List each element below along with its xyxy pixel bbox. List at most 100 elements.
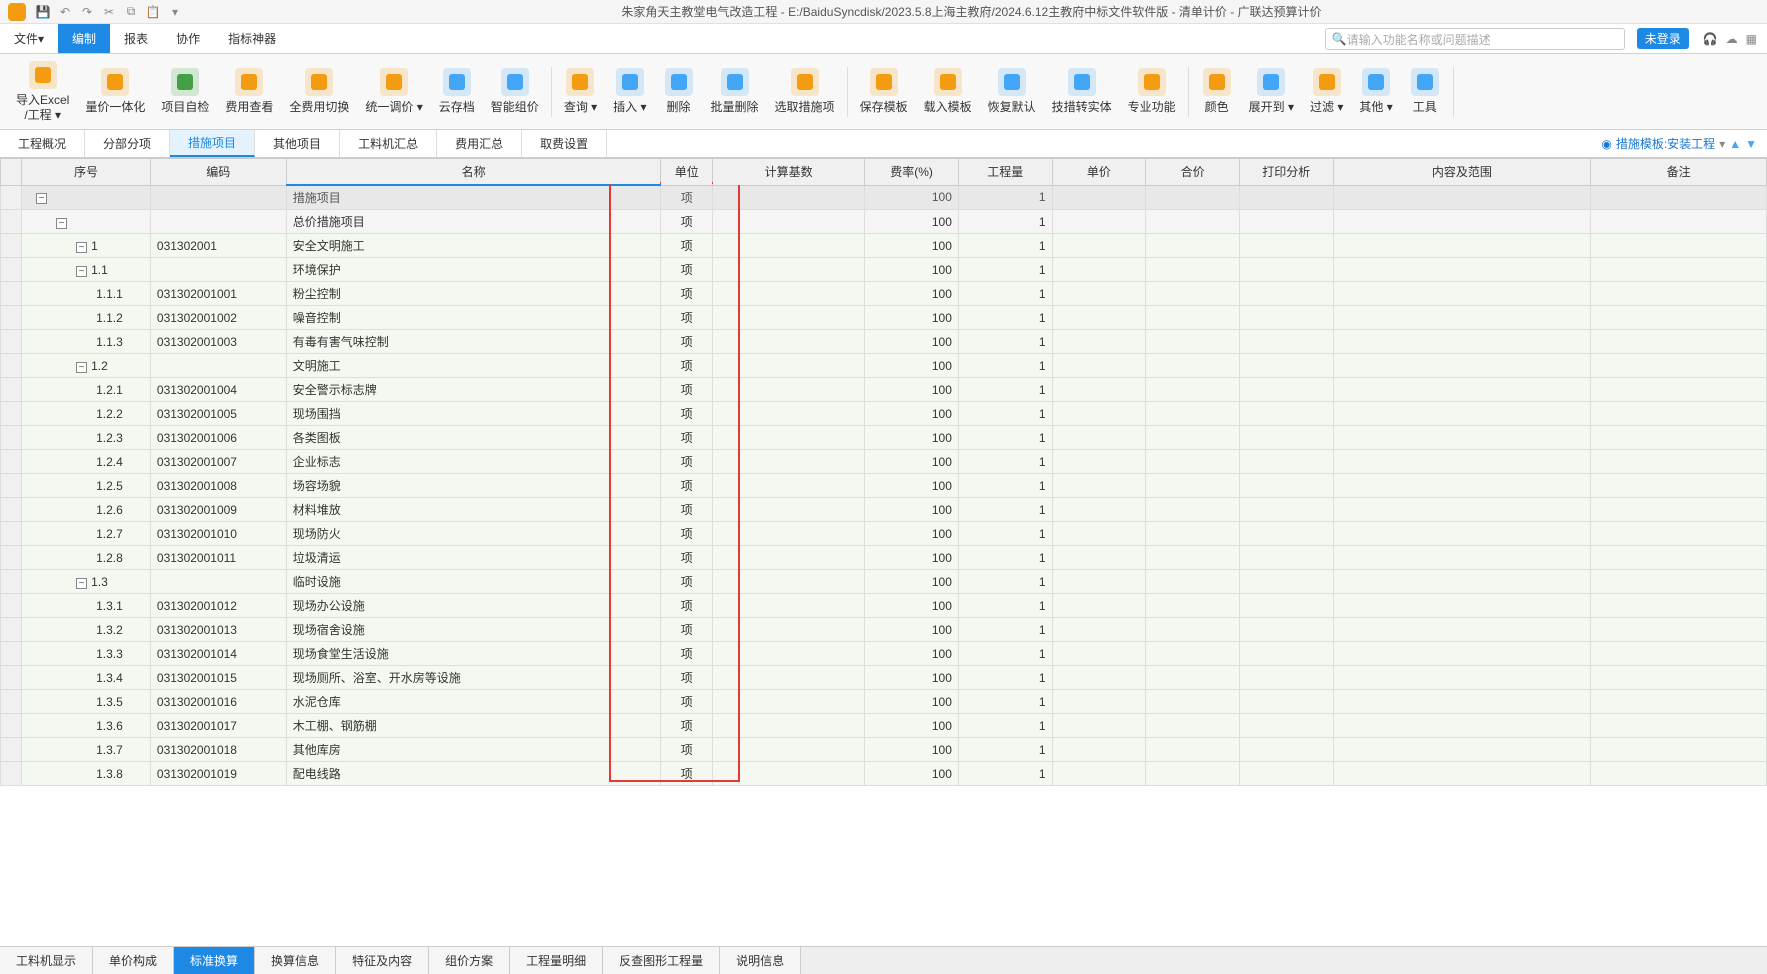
cell[interactable]	[1052, 594, 1146, 618]
cell[interactable]: 1.3.3	[22, 642, 151, 666]
cell[interactable]: 1	[958, 762, 1052, 786]
bottom-tab[interactable]: 换算信息	[255, 947, 336, 974]
cell[interactable]	[712, 354, 864, 378]
cell[interactable]: 总价措施项目	[286, 210, 661, 234]
cell[interactable]	[1591, 570, 1767, 594]
copy-icon[interactable]: ⧉	[122, 3, 140, 21]
cell[interactable]	[712, 210, 864, 234]
cell[interactable]	[1146, 354, 1240, 378]
cell[interactable]: 100	[865, 690, 959, 714]
bottom-tab[interactable]: 工料机显示	[0, 947, 93, 974]
cell[interactable]	[1591, 762, 1767, 786]
cell[interactable]: 1	[958, 258, 1052, 282]
cell[interactable]	[1052, 210, 1146, 234]
cell[interactable]: 1.3.6	[22, 714, 151, 738]
cell[interactable]: 项	[661, 426, 713, 450]
cell[interactable]	[1052, 642, 1146, 666]
cell[interactable]	[1052, 282, 1146, 306]
data-grid[interactable]: 序号编码名称单位计算基数费率(%)工程量单价合价打印分析内容及范围备注 −措施项…	[0, 158, 1767, 786]
cell[interactable]: −1.1	[22, 258, 151, 282]
cell[interactable]	[1333, 354, 1591, 378]
dropdown-icon[interactable]: ▾	[166, 3, 184, 21]
tree-toggle-icon[interactable]: −	[56, 218, 67, 229]
column-header[interactable]: 费率(%)	[865, 159, 959, 186]
undo-icon[interactable]: ↶	[56, 3, 74, 21]
cell[interactable]	[1591, 426, 1767, 450]
cell[interactable]: 1	[958, 594, 1052, 618]
cell[interactable]: −	[22, 185, 151, 210]
cell[interactable]: 031302001012	[150, 594, 286, 618]
cell[interactable]: 项	[661, 762, 713, 786]
cell[interactable]: 材料堆放	[286, 498, 661, 522]
cell[interactable]	[1, 402, 22, 426]
cell[interactable]	[712, 378, 864, 402]
tree-toggle-icon[interactable]: −	[76, 242, 87, 253]
cell[interactable]: 1.1.2	[22, 306, 151, 330]
cell[interactable]	[1239, 666, 1333, 690]
arrow-up-icon[interactable]: ▲	[1729, 137, 1741, 151]
cell[interactable]	[1052, 258, 1146, 282]
cell[interactable]	[1052, 185, 1146, 210]
column-header[interactable]: 内容及范围	[1333, 159, 1591, 186]
cell[interactable]	[712, 666, 864, 690]
cell[interactable]: 场容场貌	[286, 474, 661, 498]
cell[interactable]: 环境保护	[286, 258, 661, 282]
cell[interactable]: 100	[865, 354, 959, 378]
cell[interactable]	[1239, 714, 1333, 738]
column-header[interactable]: 计算基数	[712, 159, 864, 186]
cell[interactable]	[1333, 330, 1591, 354]
cell[interactable]: −1.3	[22, 570, 151, 594]
cell[interactable]: −1	[22, 234, 151, 258]
cell[interactable]	[1333, 546, 1591, 570]
cell[interactable]	[1333, 402, 1591, 426]
cell[interactable]	[1239, 450, 1333, 474]
cell[interactable]: 1	[958, 498, 1052, 522]
cell[interactable]: 1.2.4	[22, 450, 151, 474]
menu-item[interactable]: 报表	[110, 24, 162, 53]
tool-button[interactable]: 恢复默认	[980, 64, 1044, 118]
cell[interactable]	[1591, 378, 1767, 402]
cell[interactable]	[1591, 185, 1767, 210]
column-header[interactable]: 单位	[661, 159, 713, 186]
cell[interactable]: 100	[865, 738, 959, 762]
cell[interactable]: 100	[865, 330, 959, 354]
bottom-tab[interactable]: 工程量明细	[510, 947, 603, 974]
tool-button[interactable]: 载入模板	[916, 64, 980, 118]
cell[interactable]	[1239, 498, 1333, 522]
cell[interactable]: 1.3.2	[22, 618, 151, 642]
table-row[interactable]: 1.2.7031302001010现场防火项1001	[1, 522, 1767, 546]
cell[interactable]: 其他库房	[286, 738, 661, 762]
cell[interactable]	[712, 474, 864, 498]
cell[interactable]	[1, 210, 22, 234]
cell[interactable]: 项	[661, 690, 713, 714]
cell[interactable]: 100	[865, 210, 959, 234]
cell[interactable]: 现场防火	[286, 522, 661, 546]
cell[interactable]: 1	[958, 546, 1052, 570]
cell[interactable]	[1591, 666, 1767, 690]
cell[interactable]: 项	[661, 738, 713, 762]
table-row[interactable]: 1.3.5031302001016水泥仓库项1001	[1, 690, 1767, 714]
cell[interactable]: 项	[661, 498, 713, 522]
cell[interactable]	[1, 546, 22, 570]
cell[interactable]	[1333, 498, 1591, 522]
template-indicator[interactable]: ◉ 措施模板:安装工程 ▾ ▲ ▼	[1591, 130, 1767, 157]
cell[interactable]	[1146, 210, 1240, 234]
cell[interactable]: 031302001001	[150, 282, 286, 306]
cell[interactable]: 项	[661, 714, 713, 738]
cell[interactable]: 031302001003	[150, 330, 286, 354]
cell[interactable]	[1, 354, 22, 378]
cell[interactable]	[1052, 762, 1146, 786]
cell[interactable]	[1239, 258, 1333, 282]
cell[interactable]	[1333, 522, 1591, 546]
main-tab[interactable]: 取费设置	[522, 130, 607, 157]
cell[interactable]: 1.1.1	[22, 282, 151, 306]
cell[interactable]: 1.1.3	[22, 330, 151, 354]
cell[interactable]	[1591, 546, 1767, 570]
tool-button[interactable]: 全费用切换	[281, 64, 357, 118]
cell[interactable]	[1052, 378, 1146, 402]
cell[interactable]: 100	[865, 594, 959, 618]
cell[interactable]	[1146, 378, 1240, 402]
cell[interactable]: 031302001013	[150, 618, 286, 642]
cell[interactable]	[1333, 234, 1591, 258]
cell[interactable]	[1591, 690, 1767, 714]
